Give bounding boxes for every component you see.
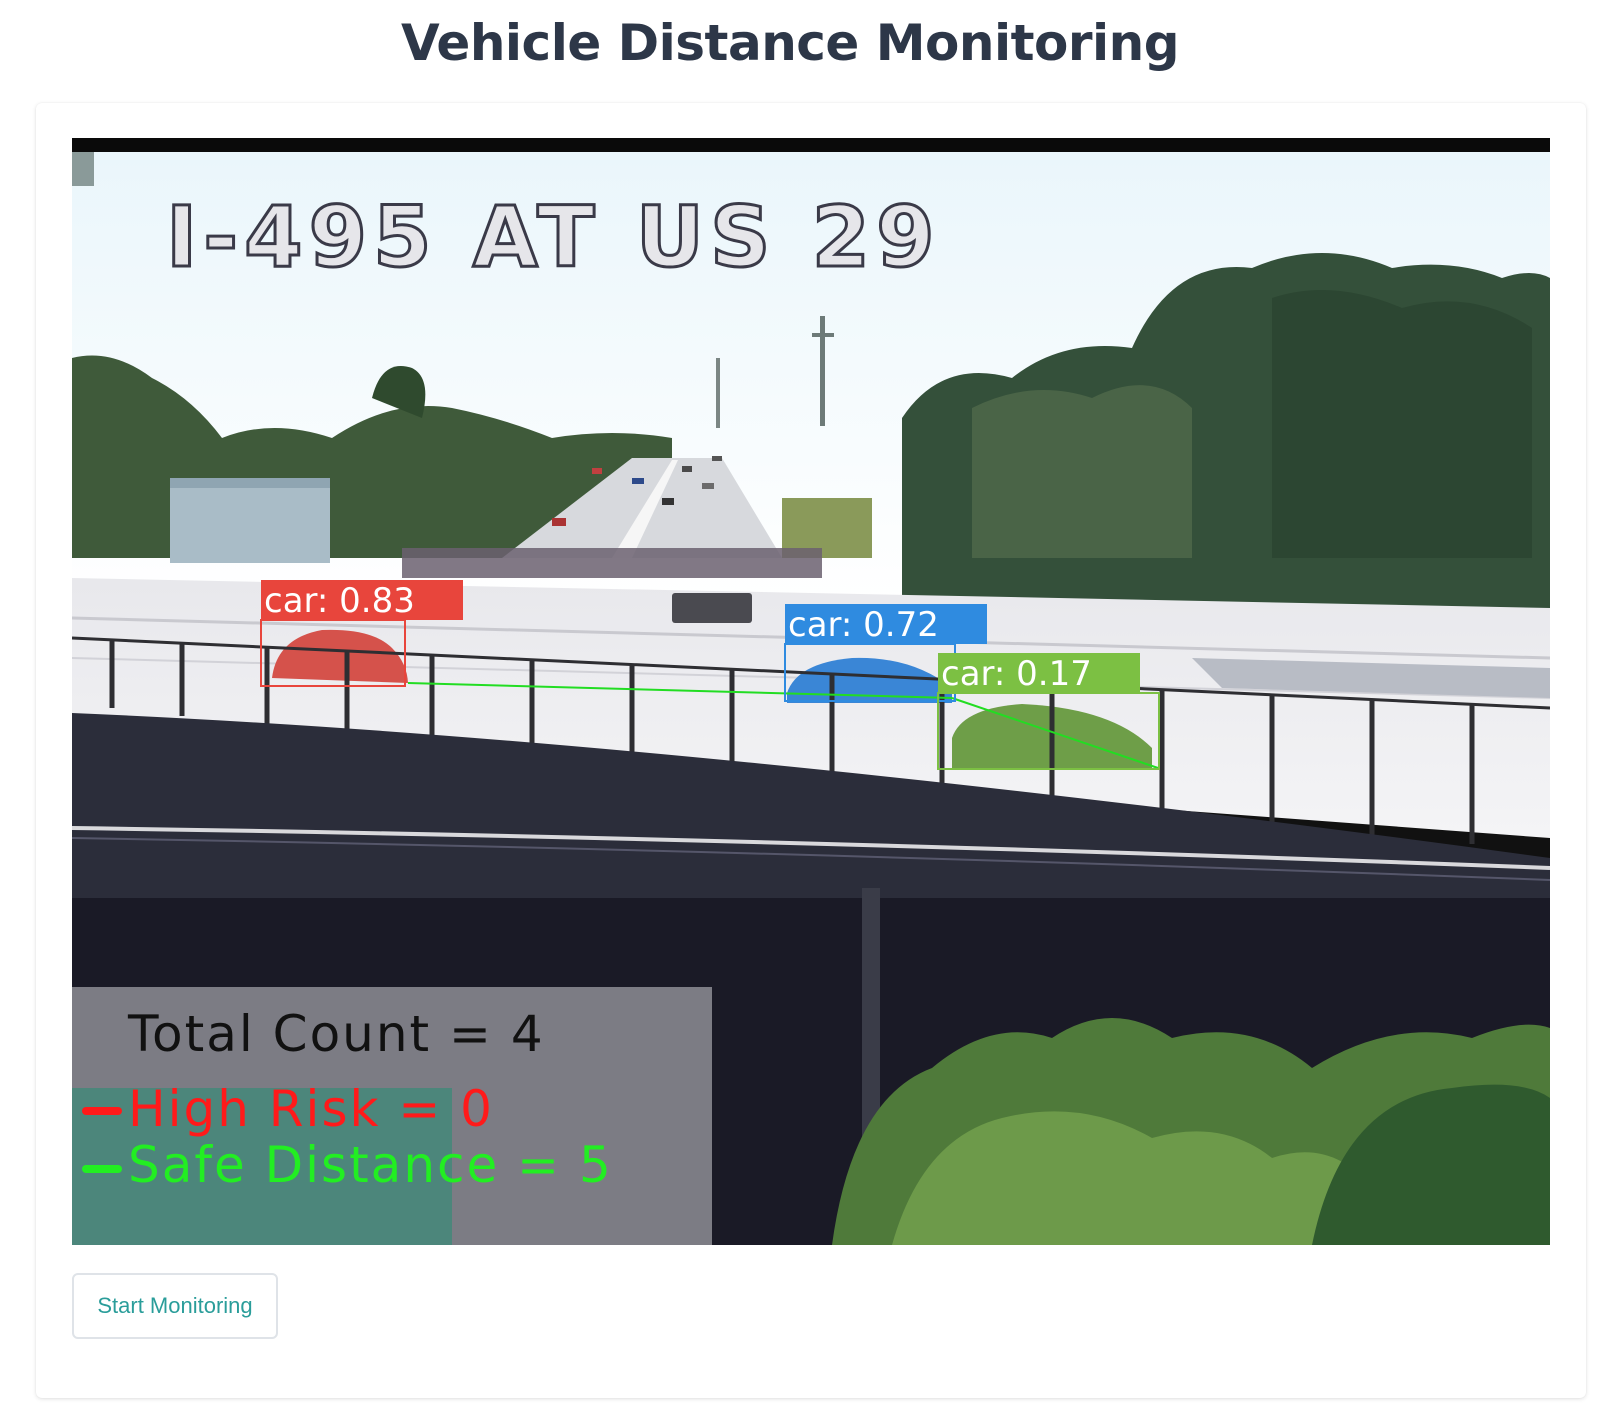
detection-label: car: 0.17: [941, 654, 1092, 694]
start-monitoring-button[interactable]: Start Monitoring: [72, 1273, 278, 1339]
safe-distance-marker: [82, 1165, 122, 1173]
detection-label: car: 0.83: [264, 581, 415, 621]
safe-distance-text: Safe Distance = 5: [128, 1136, 613, 1194]
stats-panel: Total Count = 4 High Risk = 0 Safe Dista…: [72, 987, 712, 1245]
video-frame: I-495 AT US 29 car: 0.83 car: 0.72 car: …: [72, 138, 1550, 1245]
page-title: Vehicle Distance Monitoring: [400, 14, 1180, 72]
high-risk-text: High Risk = 0: [128, 1080, 494, 1138]
video-feed: I-495 AT US 29 car: 0.83 car: 0.72 car: …: [72, 138, 1550, 1245]
camera-label: I-495 AT US 29: [166, 188, 941, 286]
monitor-card: I-495 AT US 29 car: 0.83 car: 0.72 car: …: [36, 103, 1586, 1398]
total-count-text: Total Count = 4: [127, 1005, 545, 1063]
high-risk-marker: [82, 1107, 122, 1115]
detection-label: car: 0.72: [788, 605, 939, 645]
